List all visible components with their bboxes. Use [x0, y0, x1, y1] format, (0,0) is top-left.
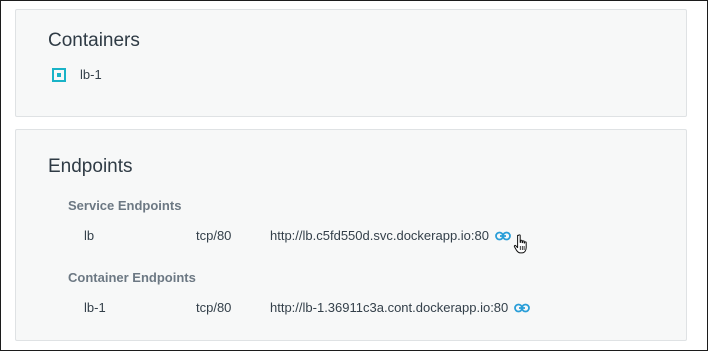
container-item-lb-1[interactable]: lb-1 — [52, 67, 102, 82]
container-icon — [52, 67, 66, 82]
container-endpoints-label: Container Endpoints — [68, 270, 196, 285]
endpoint-url-text: http://lb.c5fd550d.svc.dockerapp.io:80 — [270, 228, 489, 243]
containers-title: Containers — [48, 30, 140, 51]
link-icon[interactable] — [495, 231, 511, 241]
endpoint-name: lb-1 — [84, 300, 106, 315]
window-frame: Containers lb-1 Endpoints Service Endpoi… — [0, 0, 708, 351]
container-endpoint-row: lb-1 tcp/80 http://lb-1.36911c3a.cont.do… — [84, 300, 674, 318]
endpoint-url: http://lb-1.36911c3a.cont.dockerapp.io:8… — [270, 300, 531, 315]
container-name[interactable]: lb-1 — [80, 67, 102, 82]
endpoint-protocol: tcp/80 — [196, 300, 232, 315]
endpoint-url-text: http://lb-1.36911c3a.cont.dockerapp.io:8… — [270, 300, 509, 315]
service-endpoints-label: Service Endpoints — [68, 198, 182, 213]
endpoint-name: lb — [84, 228, 95, 243]
endpoints-title: Endpoints — [48, 156, 133, 177]
endpoints-panel: Endpoints Service Endpoints lb tcp/80 ht… — [15, 129, 687, 341]
hand-pointer-cursor-icon — [513, 234, 527, 254]
endpoint-url: http://lb.c5fd550d.svc.dockerapp.io:80 — [270, 228, 511, 243]
containers-panel: Containers lb-1 — [15, 9, 687, 117]
endpoint-protocol: tcp/80 — [196, 228, 232, 243]
link-icon[interactable] — [514, 303, 531, 313]
service-endpoint-row: lb tcp/80 http://lb.c5fd550d.svc.dockera… — [84, 228, 674, 246]
